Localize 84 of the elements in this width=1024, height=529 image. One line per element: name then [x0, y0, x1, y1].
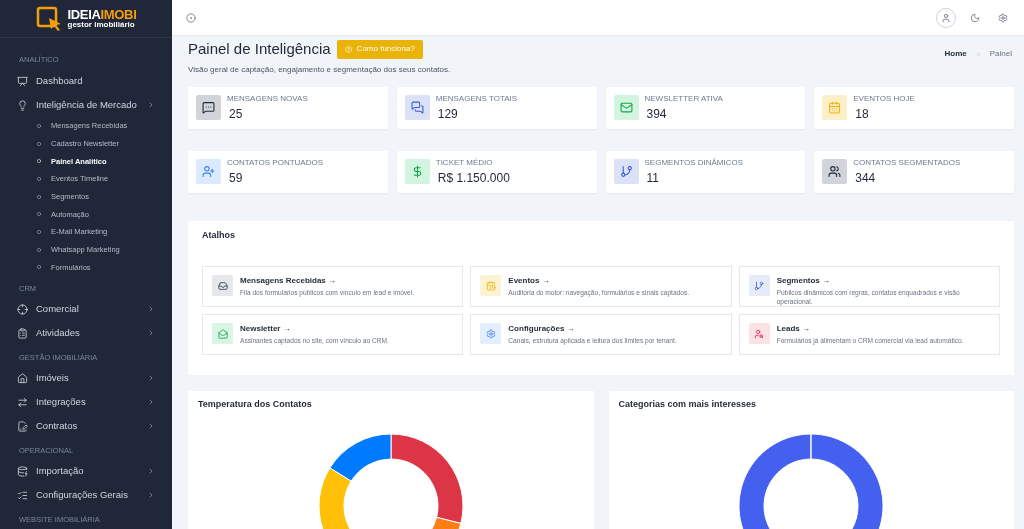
page-subtitle: Visão geral de captação, engajamento e segmentação dos seus contatos.: [188, 63, 452, 76]
clipboard-icon: [17, 327, 28, 339]
sidebar-item[interactable]: Inteligência de Mercado: [0, 93, 172, 117]
chevron-icon: [147, 101, 155, 109]
chevron-icon: [147, 329, 155, 338]
bullet-icon: [37, 265, 41, 270]
chart-title: Categorias com mais interesses: [618, 397, 757, 411]
arrows-icon: [17, 396, 28, 408]
stat-label: MENSAGENS NOVAS: [227, 92, 308, 105]
shortcut-title: Leads →: [776, 323, 811, 335]
crosshair-icon: [17, 303, 28, 315]
calendar-icon: [485, 280, 496, 291]
bullet-icon: [37, 159, 41, 164]
stat-value: 59: [229, 169, 244, 187]
inbox-icon: [217, 280, 228, 291]
sidebar-item[interactable]: Imóveis: [0, 366, 172, 391]
sidebar-item[interactable]: Dashboard: [0, 69, 172, 93]
monitor-icon: [17, 75, 28, 87]
mail-icon: [619, 101, 633, 114]
stat-value: 11: [646, 169, 660, 187]
stat-label: CONTATOS SEGMENTADOS: [853, 156, 961, 169]
branch-icon: [619, 165, 633, 178]
stat-label: CONTATOS PONTUADOS: [227, 156, 323, 169]
stat-value: 344: [855, 169, 877, 187]
settings-icon[interactable]: [998, 12, 1008, 23]
chats-icon: [410, 101, 424, 114]
chevron-icon: [147, 398, 155, 407]
chevron-icon: [147, 491, 155, 500]
bullet-icon: [37, 141, 41, 146]
stat-value: R$ 1.150.000: [437, 169, 510, 187]
sidebar-item[interactable]: Contratos: [0, 414, 172, 439]
help-icon: [344, 45, 352, 53]
user-search-icon: [754, 328, 765, 339]
chevron-icon: [147, 305, 155, 314]
user-plus-icon: [202, 165, 215, 178]
lightbulb-icon: [17, 99, 28, 111]
logo-text: IDEIAIMOBI: [67, 8, 137, 21]
page-title: Painel de Inteligência: [188, 39, 331, 59]
stat-label: EVENTOS HOJE: [853, 92, 915, 105]
branch-icon: [754, 280, 765, 291]
stat-label: SEGMENTOS DINÂMICOS: [644, 156, 744, 169]
chevron-icon: [147, 374, 155, 383]
sidebar-item[interactable]: Integrações: [0, 390, 172, 415]
stat-value: 18: [855, 105, 870, 123]
breadcrumb-item[interactable]: Home: [944, 48, 967, 60]
sidebar-item[interactable]: Configurações Gerais: [0, 483, 172, 508]
bullet-icon: [37, 123, 41, 128]
chat-icon: [202, 101, 215, 114]
sidebar-item[interactable]: Comercial: [0, 297, 172, 322]
stat-label: MENSAGENS TOTAIS: [435, 92, 518, 105]
shortcut-title: Segmentos →: [776, 275, 831, 287]
chevron-icon: [147, 422, 155, 431]
bullet-icon: [37, 212, 41, 217]
bullet-icon: [37, 176, 41, 181]
house-icon: [17, 372, 28, 384]
chart-title: Temperatura dos Contatos: [198, 397, 312, 411]
stat-value: 129: [437, 105, 459, 123]
bullet-icon: [37, 194, 41, 199]
stat-value: 25: [229, 105, 244, 123]
settings-icon: [485, 328, 496, 339]
logo-tagline: gestor imobiliário: [67, 21, 136, 29]
calendar-icon: [828, 101, 842, 114]
sidebar-item[interactable]: Importação: [0, 459, 172, 484]
shortcut-title: Configurações →: [508, 323, 576, 335]
bullet-icon: [37, 229, 41, 234]
user-icon: [941, 12, 951, 23]
shortcut-title: Mensagens Recebidas →: [240, 275, 338, 287]
users-icon: [828, 165, 842, 178]
stat-label: NEWSLETTER ATIVA: [644, 92, 723, 105]
bullet-icon: [37, 247, 41, 252]
shortcut-title: Newsletter →: [240, 323, 292, 335]
moon-icon[interactable]: [970, 12, 980, 23]
stat-label: TICKET MÉDIO: [435, 156, 494, 169]
breadcrumb-item: Painel: [989, 48, 1012, 60]
shortcut-title: Eventos →: [508, 275, 551, 287]
sidebar-item[interactable]: Atividades: [0, 321, 172, 346]
document-icon: [17, 420, 28, 432]
checklist-icon: [17, 489, 28, 501]
stat-value: 394: [646, 105, 668, 123]
chevron-icon: [147, 467, 155, 476]
mail-open-icon: [217, 328, 228, 339]
panel-title: Atalhos: [202, 228, 236, 242]
database-icon: [17, 465, 28, 477]
sidebar-toggle-icon[interactable]: [186, 12, 196, 23]
